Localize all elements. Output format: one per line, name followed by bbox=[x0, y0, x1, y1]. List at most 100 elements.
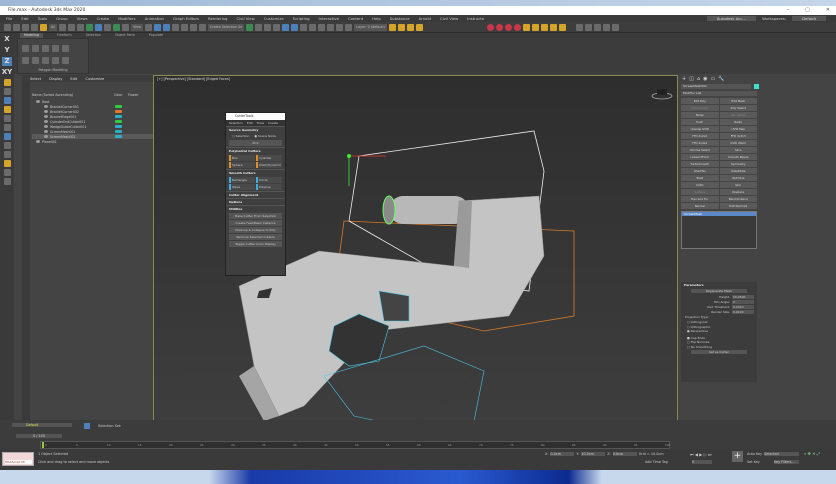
key-filters-button[interactable]: Key Filters... bbox=[774, 460, 799, 464]
menu-edit[interactable]: Edit bbox=[21, 16, 28, 21]
tab-hierarchy[interactable]: ⌂ bbox=[697, 76, 700, 82]
book-icon[interactable] bbox=[602, 23, 610, 31]
light-icon[interactable] bbox=[522, 23, 530, 31]
menu-group[interactable]: Group bbox=[56, 16, 68, 21]
current-frame-field[interactable]: 0 bbox=[692, 460, 712, 464]
layer-icon-2[interactable] bbox=[397, 23, 405, 31]
object-name-field[interactable]: ScreenMesh001 bbox=[681, 84, 751, 89]
curve-editor-icon[interactable] bbox=[291, 23, 299, 31]
dialog-tab-edit[interactable]: Edit bbox=[247, 121, 253, 125]
playback-controls[interactable]: ⏮ ◀ ▶ ▷ ⏭ bbox=[690, 452, 712, 457]
modifier-button[interactable]: Hair and Fur bbox=[681, 196, 719, 202]
y-coord-field[interactable]: 10.0cm bbox=[581, 452, 606, 456]
angle-snap-icon[interactable] bbox=[180, 23, 188, 31]
eye-icon[interactable] bbox=[44, 125, 48, 128]
utility-button[interactable]: Create Feet/Mesh Instance bbox=[229, 220, 282, 226]
render-frame-icon[interactable] bbox=[327, 23, 335, 31]
modifier-button[interactable]: Bend/Unbend bbox=[719, 196, 757, 202]
named-selection-dropdown[interactable]: Create Selection Se bbox=[207, 23, 245, 31]
ribbon-tool-icon[interactable] bbox=[22, 45, 29, 52]
render-size-spinner[interactable]: 0.0100 bbox=[732, 309, 754, 314]
modifier-button[interactable]: FFD 4x4x4 bbox=[681, 140, 719, 146]
modifier-button[interactable]: Substitute bbox=[719, 168, 757, 174]
axis-constraint-y[interactable]: Y bbox=[4, 46, 9, 55]
smooth-cutter-polyline[interactable]: Polyline bbox=[256, 184, 282, 190]
modifier-button[interactable]: Edit Normals bbox=[719, 203, 757, 209]
unlink-icon[interactable] bbox=[31, 23, 38, 31]
align-icon[interactable] bbox=[255, 23, 263, 31]
left-tool-icon[interactable] bbox=[3, 160, 11, 167]
layer-dropdown[interactable]: Layer: 0 (default) bbox=[354, 23, 387, 31]
render-icon-c[interactable] bbox=[504, 23, 512, 31]
auto-key-button[interactable]: Auto Key bbox=[747, 452, 762, 456]
menu-customize[interactable]: Customize bbox=[264, 16, 284, 21]
render-setup-icon[interactable] bbox=[318, 23, 326, 31]
modifier-button[interactable]: Mesh Select bbox=[681, 105, 719, 111]
modifier-button[interactable]: UVW Map bbox=[719, 126, 757, 132]
modifier-button[interactable]: Noise bbox=[681, 112, 719, 118]
left-tool-icon[interactable] bbox=[3, 142, 11, 149]
section-options[interactable]: Options bbox=[226, 198, 285, 205]
eye-icon[interactable] bbox=[44, 135, 48, 138]
pick-button[interactable]: Pick bbox=[229, 140, 282, 146]
ribbon-tool-icon[interactable] bbox=[62, 57, 69, 64]
modifier-button[interactable]: Push bbox=[681, 119, 719, 125]
modifier-button[interactable]: Shell bbox=[681, 175, 719, 181]
col-name[interactable]: Name (Sorted Ascending) bbox=[32, 93, 114, 98]
z-coord-field[interactable]: 0.0cm bbox=[612, 452, 637, 456]
poly-cutter-sphere[interactable]: Sphere bbox=[229, 162, 255, 168]
left-tool-icon[interactable] bbox=[3, 178, 11, 185]
section-utilities[interactable]: Utilities bbox=[226, 205, 285, 212]
section-cutter-alignment[interactable]: Cutter Alignment bbox=[226, 191, 285, 198]
eye-icon[interactable] bbox=[44, 130, 48, 133]
user-account[interactable]: Autodesk Acc... bbox=[706, 16, 757, 21]
eye-icon[interactable] bbox=[44, 120, 48, 123]
modifier-button[interactable]: Unwrap UVW bbox=[681, 126, 719, 132]
help-icon[interactable] bbox=[611, 23, 619, 31]
menu-create[interactable]: Create bbox=[97, 16, 110, 21]
modifier-button[interactable]: Displace bbox=[719, 189, 757, 195]
tab-utilities[interactable]: 🔧 bbox=[718, 76, 724, 82]
axis-constraint-z[interactable]: Z bbox=[2, 57, 12, 66]
void-threshold-spinner[interactable]: 0.0010 bbox=[732, 304, 754, 309]
explorer-menu-edit[interactable]: Edit bbox=[70, 77, 77, 81]
parameters-header[interactable]: Parameters bbox=[681, 282, 757, 288]
render-icon-a[interactable] bbox=[486, 23, 494, 31]
modifier-button[interactable]: Edit Mesh bbox=[719, 98, 757, 104]
height-spinner[interactable]: 10.2500 bbox=[732, 294, 754, 299]
menu-interactive[interactable]: Interactive bbox=[319, 16, 339, 21]
modifier-button[interactable]: Symmetry bbox=[719, 161, 757, 167]
poly-cutter-cylinder[interactable]: Cylinder bbox=[256, 155, 282, 161]
maxscript-listener[interactable]: MAXScript Mi bbox=[2, 452, 34, 466]
move-icon[interactable] bbox=[95, 23, 103, 31]
pivot-icon[interactable] bbox=[144, 23, 152, 31]
viewport-icon[interactable] bbox=[575, 23, 583, 31]
workspace-dropdown[interactable]: Default bbox=[792, 16, 826, 21]
scene-row[interactable]: Plane001 bbox=[32, 139, 153, 144]
explorer-menu-customize[interactable]: Customize bbox=[85, 77, 104, 81]
maximize-button[interactable]: ▢ bbox=[805, 7, 810, 13]
modifier-button[interactable]: Relax bbox=[719, 119, 757, 125]
modifier-button[interactable]: FFD 3x3x3 bbox=[719, 133, 757, 139]
section-smooth-cutters[interactable]: Smooth Cutters bbox=[226, 169, 285, 176]
eye-icon[interactable] bbox=[44, 115, 48, 118]
modifier-stack[interactable]: ScreenMesh bbox=[681, 211, 757, 249]
ribbon-icon[interactable] bbox=[282, 23, 290, 31]
select-manipulate-icon[interactable] bbox=[153, 23, 161, 31]
link-icon[interactable] bbox=[22, 23, 29, 31]
teapot-icon[interactable] bbox=[549, 23, 557, 31]
smooth-cutter-rectangle[interactable]: Rectangle bbox=[229, 177, 255, 183]
arnold-icon[interactable] bbox=[531, 23, 539, 31]
eye-icon[interactable] bbox=[44, 110, 48, 113]
utility-button[interactable]: Cleanup & Collapse to Poly bbox=[229, 227, 282, 233]
add-time-tag[interactable]: Add Time Tag bbox=[645, 460, 668, 464]
layer-icon-3[interactable] bbox=[406, 23, 414, 31]
col-frozen[interactable]: Frozen bbox=[128, 93, 138, 98]
selection-set-icon[interactable] bbox=[84, 423, 90, 429]
poly-cutter-box[interactable]: Box bbox=[229, 155, 255, 161]
no-smoothing-checkbox[interactable]: □ No Smoothing bbox=[681, 345, 757, 350]
modifier-button[interactable]: Vol. Select bbox=[719, 112, 757, 118]
modifier-button[interactable]: Surface bbox=[681, 189, 719, 195]
percent-snap-icon[interactable] bbox=[189, 23, 197, 31]
menu-animation[interactable]: Animation bbox=[145, 16, 164, 21]
